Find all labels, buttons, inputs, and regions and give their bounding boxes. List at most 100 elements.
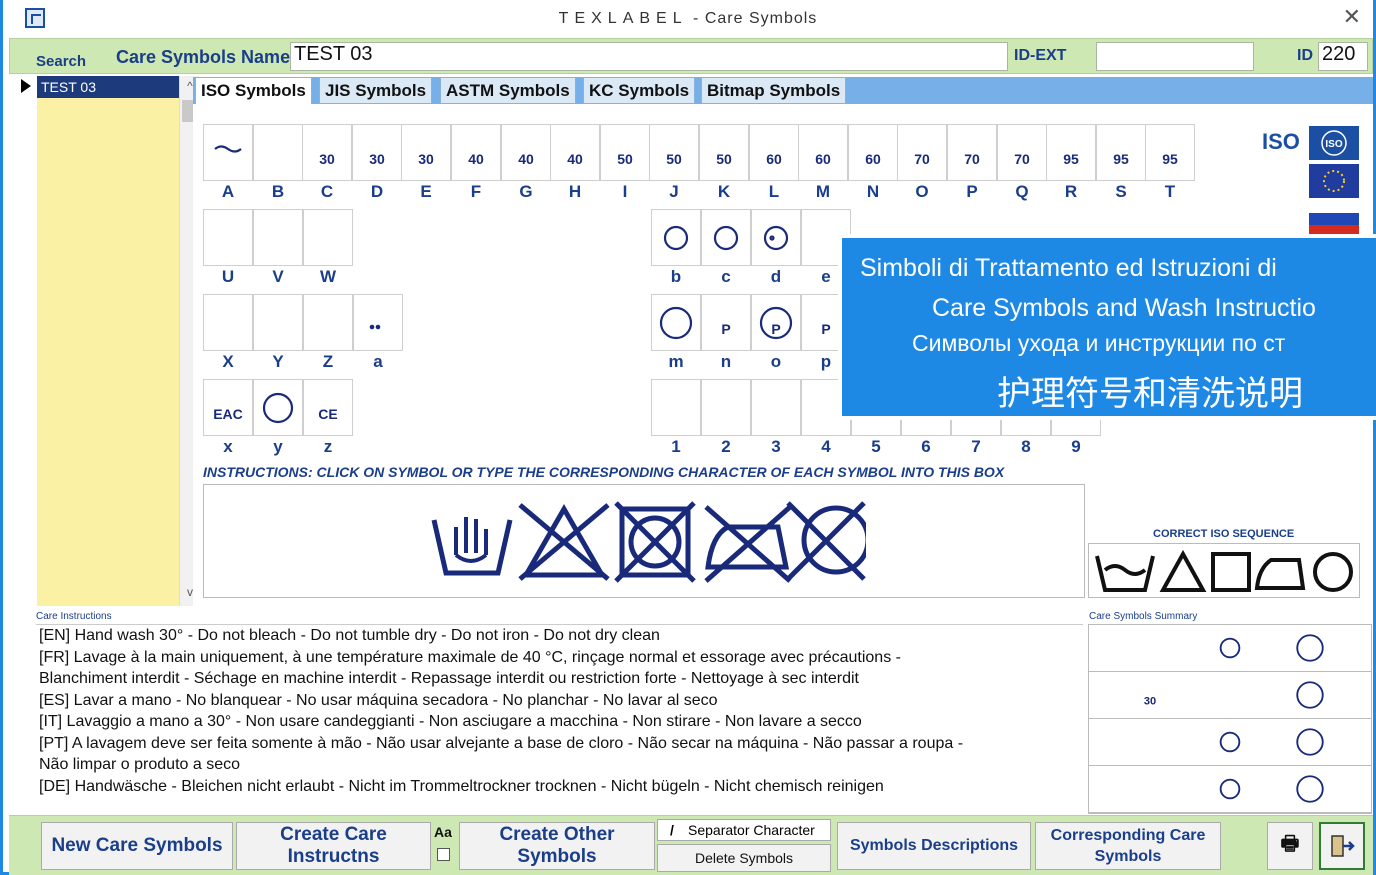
- iron-symbol-a-icon: M4 32 L38 32 L34 12 L14 12 Q6 16 4 32 Z"…: [369, 324, 381, 329]
- wash-symbol-R-cell[interactable]: M3 10 L8 35 L34 35 L39 10" />95: [1046, 124, 1096, 181]
- tab-kc-symbols[interactable]: KC Symbols: [583, 77, 696, 104]
- id-ext-input[interactable]: [1096, 42, 1254, 71]
- care-line-pt-cont: Não limpar o produto a seco: [39, 756, 240, 773]
- symbol-code-x: x: [223, 437, 233, 456]
- wash-symbol-E-cell[interactable]: M3 10 L8 35 L34 35 L39 10" />30: [401, 124, 451, 181]
- exit-button[interactable]: [1319, 822, 1365, 870]
- iron-symbol-Z-cell[interactable]: M4 32 L38 32 L34 12 L14 12 Q6 16 4 32 Z"…: [303, 294, 353, 351]
- wash-symbol-L-cell[interactable]: M3 10 L8 35 L34 35 L39 10" />60: [749, 124, 799, 181]
- recycle-mark-y-cell[interactable]: [253, 379, 303, 436]
- wash-symbol-G-cell[interactable]: M3 10 L8 35 L34 35 L39 10" />40: [501, 124, 551, 181]
- close-icon[interactable]: ✕: [1343, 4, 1361, 30]
- shoe-symbol-1-cell[interactable]: M3 30 L39 30 L39 24 L28 20 L20 12 L10 14…: [651, 379, 701, 436]
- separator-character-label: Separator Character: [688, 822, 815, 838]
- tab-bitmap-symbols[interactable]: Bitmap Symbols: [701, 77, 847, 104]
- wash-symbol-T-cell[interactable]: M3 10 L8 35 L34 35 L39 10" />95: [1145, 124, 1195, 181]
- symbols-descriptions-button[interactable]: Symbols Descriptions: [837, 822, 1031, 870]
- summary-row[interactable]: M3 10 L8 35 L34 35 L39 10" />M6 33 L21 6…: [1089, 766, 1371, 813]
- wash-symbol-B-cell[interactable]: M3 10 L8 35 L34 35 L39 10" />: [253, 124, 303, 181]
- tab-jis-symbols[interactable]: JIS Symbols: [319, 77, 433, 104]
- symbol-code-z: z: [323, 437, 333, 456]
- symbol-code-d: d: [770, 267, 782, 286]
- tab-astm-symbols[interactable]: ASTM Symbols: [440, 77, 576, 104]
- wash-symbol-A-cell[interactable]: M3 10 L8 35 L34 35 L39 10" />: [203, 124, 253, 181]
- window-title-text: Care Symbols: [704, 10, 818, 27]
- separator-character-value: /: [670, 822, 674, 838]
- wash-symbol-G-icon: M3 10 L8 35 L34 35 L39 10" />40: [518, 151, 534, 167]
- symbol-code-8: 8: [1021, 437, 1031, 456]
- wash-symbol-F-cell[interactable]: M3 10 L8 35 L34 35 L39 10" />40: [451, 124, 501, 181]
- font-case-checkbox[interactable]: [437, 848, 450, 861]
- summary-symbol-icon: M5 4 L37 4 L37 36 L5 36 Z" />: [1219, 637, 1241, 659]
- summary-symbol-icon: [1296, 634, 1324, 662]
- print-icon[interactable]: 🖶: [1267, 822, 1313, 870]
- dry-symbol-c-cell[interactable]: M5 4 L37 4 L37 36 L5 36 Z" />: [701, 209, 751, 266]
- symbol-code-c: c: [721, 267, 731, 286]
- summary-symbol-icon: M5 4 L37 4 L37 36 L5 36 Z" />: [1252, 725, 1288, 759]
- shoe-symbol-3-cell[interactable]: M3 30 L39 30 L39 24 L28 20 L20 12 L10 14…: [751, 379, 801, 436]
- shoe-symbol-2-cell[interactable]: M3 30 L39 30 L39 24 L28 20 L20 12 L10 14…: [701, 379, 751, 436]
- create-other-symbols-button[interactable]: Create Other Symbols: [459, 822, 655, 870]
- correct-iso-sequence: [1088, 543, 1360, 598]
- symbol-code-1: 1: [671, 437, 681, 456]
- bottom-toolbar: New Care Symbols Create Care Instructns …: [9, 815, 1373, 875]
- corresponding-care-symbols-button[interactable]: Corresponding Care Symbols: [1035, 822, 1221, 870]
- summary-symbol-icon: M3 10 L8 35 L34 35 L39 10" />: [1132, 725, 1168, 759]
- wash-symbol-L-temp: 60: [766, 151, 782, 167]
- symbol-code-B: B: [271, 182, 285, 201]
- wash-symbol-H-cell[interactable]: M3 10 L8 35 L34 35 L39 10" />40: [550, 124, 600, 181]
- iron-symbol-Y-cell[interactable]: M4 32 L38 32 L34 12 L14 12 Q6 16 4 32 Z: [253, 294, 303, 351]
- eac-mark-x-cell[interactable]: EAC: [203, 379, 253, 436]
- wash-symbol-G-temp: 40: [518, 151, 534, 167]
- symbol-input-box[interactable]: [203, 484, 1085, 598]
- hand-wash-icon: [431, 519, 513, 576]
- symbol-code-H: H: [568, 182, 582, 201]
- wash-symbol-M-cell[interactable]: M3 10 L8 35 L34 35 L39 10" />60: [798, 124, 848, 181]
- wash-symbol-P-cell[interactable]: M3 10 L8 35 L34 35 L39 10" />70: [947, 124, 997, 181]
- care-symbols-summary-label: Care Symbols Summary: [1089, 611, 1198, 622]
- wash-symbol-R-icon: M3 10 L8 35 L34 35 L39 10" />95: [1063, 151, 1079, 167]
- care-symbols-name-input[interactable]: TEST 03: [290, 42, 1008, 71]
- dry-symbol-d-cell[interactable]: M5 4 L37 4 L37 36 L5 36 Z" />: [751, 209, 801, 266]
- wash-symbol-J-cell[interactable]: M3 10 L8 35 L34 35 L39 10" />50: [649, 124, 699, 181]
- dry-clean-symbol-o-cell[interactable]: P: [751, 294, 801, 351]
- wash-symbol-C-cell[interactable]: M3 10 L8 35 L34 35 L39 10" />30: [302, 124, 352, 181]
- separator-character-field[interactable]: / Separator Character: [657, 819, 831, 841]
- summary-symbol-icon: M6 33 L21 6 L36 33 Z" />: [1172, 772, 1208, 806]
- wash-symbol-N-cell[interactable]: M3 10 L8 35 L34 35 L39 10" />60: [848, 124, 898, 181]
- dry-clean-symbol-n-temp: P: [721, 321, 730, 337]
- iso-badge-icon: ISO: [1309, 126, 1359, 160]
- delete-symbols-button[interactable]: Delete Symbols: [657, 844, 831, 872]
- wash-symbol-Q-cell[interactable]: M3 10 L8 35 L34 35 L39 10" />70: [997, 124, 1047, 181]
- bleach-symbol-U-cell[interactable]: M6 33 L21 6 L36 33 Z: [203, 209, 253, 266]
- create-care-instructions-button[interactable]: Create Care Instructns: [236, 822, 431, 870]
- ce-mark-z-cell[interactable]: CE: [303, 379, 353, 436]
- bleach-symbol-W-cell[interactable]: M6 33 L21 6 L36 33 Z" />: [303, 209, 353, 266]
- current-record-icon: [21, 79, 31, 93]
- iron-symbol-a-cell[interactable]: M4 32 L38 32 L34 12 L14 12 Q6 16 4 32 Z"…: [353, 294, 403, 351]
- new-care-symbols-button[interactable]: New Care Symbols: [41, 822, 233, 870]
- dry-clean-symbol-n-cell[interactable]: P: [701, 294, 751, 351]
- list-item[interactable]: TEST 03: [37, 76, 179, 98]
- dry-symbol-b-cell[interactable]: M5 4 L37 4 L37 36 L5 36 Z" />: [651, 209, 701, 266]
- tab-iso-symbols[interactable]: ISO Symbols: [195, 77, 312, 105]
- wash-symbol-I-cell[interactable]: M3 10 L8 35 L34 35 L39 10" />50: [600, 124, 650, 181]
- symbol-code-m: m: [668, 352, 684, 371]
- wash-symbol-S-cell[interactable]: M3 10 L8 35 L34 35 L39 10" />95: [1096, 124, 1146, 181]
- bleach-symbol-U-icon: M6 33 L21 6 L36 33 Z: [207, 218, 249, 258]
- wash-symbol-O-cell[interactable]: M3 10 L8 35 L34 35 L39 10" />70: [897, 124, 947, 181]
- iron-symbol-X-cell[interactable]: M4 32 L38 32 L34 12 L14 12 Q6 16 4 32 Z"…: [203, 294, 253, 351]
- summary-symbol-icon: [1296, 775, 1324, 803]
- dry-clean-symbol-m-cell[interactable]: [651, 294, 701, 351]
- summary-row[interactable]: M3 10 L8 35 L34 35 L39 10" />30 M6 33 L21…: [1089, 672, 1371, 719]
- bleach-symbol-V-cell[interactable]: M6 33 L21 6 L36 33 Z" />: [253, 209, 303, 266]
- summary-row[interactable]: M3 10 L8 35 L34 35 L39 10" />M6 33 L21 6…: [1089, 719, 1371, 766]
- care-instructions-text[interactable]: [EN] Hand wash 30° - Do not bleach - Do …: [36, 624, 1083, 814]
- symbol-code-a: a: [373, 352, 383, 371]
- wash-symbol-K-cell[interactable]: M3 10 L8 35 L34 35 L39 10" />50: [699, 124, 749, 181]
- wash-symbol-D-cell[interactable]: M3 10 L8 35 L34 35 L39 10" />30: [352, 124, 402, 181]
- dry-clean-symbol-p-temp: P: [821, 321, 830, 337]
- care-line-it: [IT] Lavaggio a mano a 30° - Non usare c…: [39, 713, 862, 730]
- care-line-de: [DE] Handwäsche - Bleichen nicht erlaubt…: [39, 777, 884, 795]
- summary-row[interactable]: M3 10 L8 35 L34 35 L39 10" />M6 33 L21 6…: [1089, 625, 1371, 672]
